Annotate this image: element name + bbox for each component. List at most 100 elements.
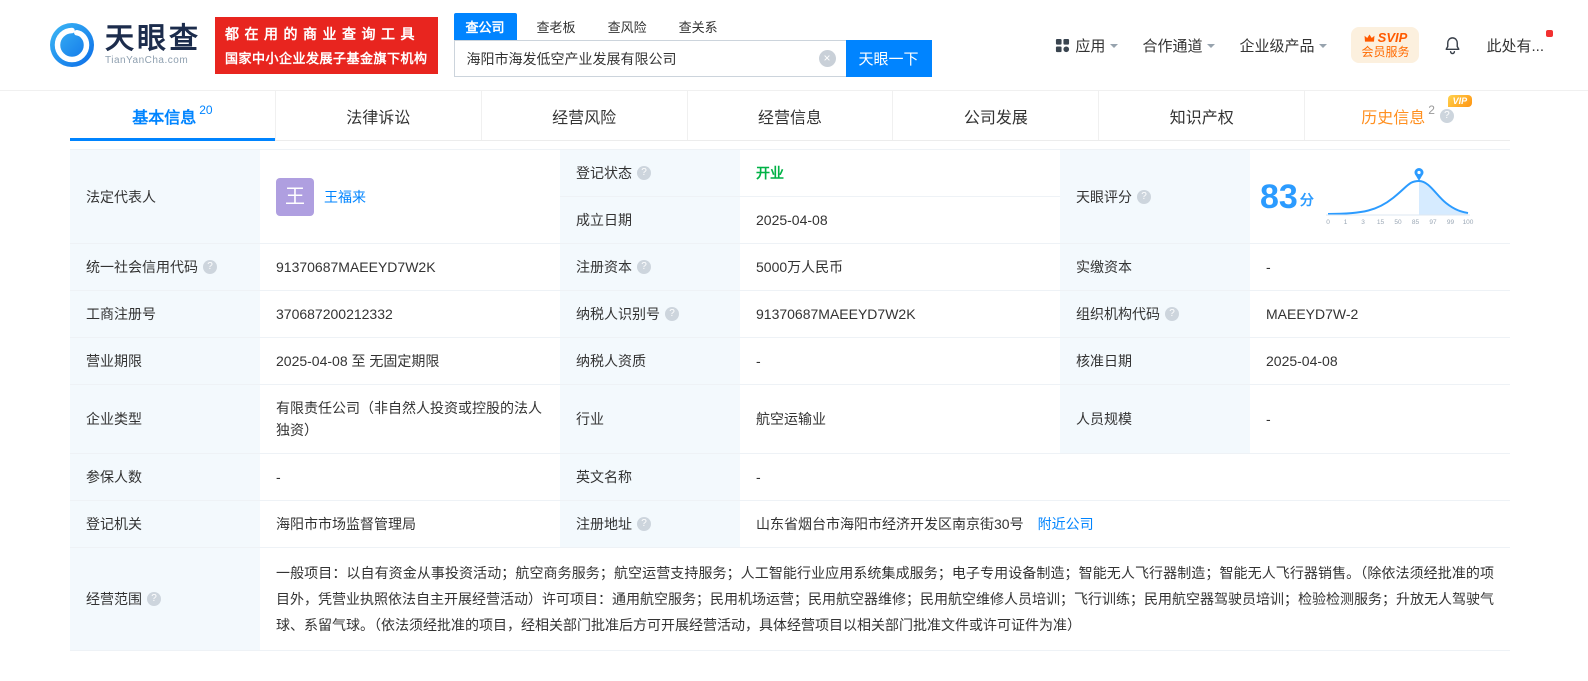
field-value-business-scope: 一般项目：以自有资金从事投资活动；航空商务服务；航空运营支持服务；人工智能行业应…: [260, 548, 1510, 651]
help-icon[interactable]: ?: [1165, 307, 1179, 321]
section-tabbar: 基本信息 20 法律诉讼 经营风险 经营信息 公司发展 知识产权 历史信息 2 …: [70, 91, 1510, 141]
field-value-reg-capital: 5000万人民币: [740, 244, 1060, 291]
field-value-established-date: 2025-04-08: [740, 197, 1060, 244]
field-value-tianyan-score: 83 分 0 1 3 15 50 85 97 99: [1250, 150, 1510, 244]
field-label-reg-status: 登记状态 ?: [560, 150, 740, 197]
svg-text:0: 0: [1326, 219, 1330, 226]
search-tab-boss[interactable]: 查老板: [525, 13, 588, 40]
notification-bell-icon[interactable]: [1443, 35, 1462, 55]
help-icon[interactable]: ?: [637, 166, 651, 180]
tab-count-badge: 20: [199, 103, 212, 117]
field-label-approval-date: 核准日期: [1060, 338, 1250, 385]
more-label: 此处有...: [1486, 38, 1544, 55]
search-category-tabs: 查公司 查老板 查风险 查关系: [454, 13, 932, 40]
field-value-reg-number: 370687200212332: [260, 291, 560, 338]
svip-top: SVIP: [1361, 31, 1409, 45]
search-input[interactable]: [454, 40, 846, 77]
legal-rep-link[interactable]: 王福来: [324, 186, 366, 208]
help-icon[interactable]: ?: [1137, 190, 1151, 204]
field-value-taxpayer-quality: -: [740, 338, 1060, 385]
svg-text:3: 3: [1361, 219, 1365, 226]
search-tab-risk[interactable]: 查风险: [596, 13, 659, 40]
tab-operating-info[interactable]: 经营信息: [687, 91, 893, 140]
field-value-reg-status: 开业: [740, 150, 1060, 197]
field-label-paid-capital: 实缴资本: [1060, 244, 1250, 291]
score-axis-ticks: 0 1 3 15 50 85 97 99 100: [1326, 219, 1474, 226]
search-tab-relation[interactable]: 查关系: [667, 13, 730, 40]
header-more-text[interactable]: 此处有...: [1486, 35, 1544, 56]
search-area: 查公司 查老板 查风险 查关系 × 天眼一下: [454, 13, 932, 77]
help-icon[interactable]: ?: [637, 260, 651, 274]
vip-badge: VIP: [1448, 95, 1473, 107]
empty-cell: [1250, 454, 1510, 501]
nav-enterprise-products[interactable]: 企业级产品: [1239, 35, 1327, 56]
field-label-established-date: 成立日期: [560, 197, 740, 244]
nav-apps[interactable]: 应用: [1055, 35, 1118, 56]
field-value-reg-address: 山东省烟台市海阳市经济开发区南京街30号 附近公司: [740, 501, 1510, 548]
search-tab-company[interactable]: 查公司: [454, 13, 517, 40]
search-box: ×: [454, 40, 846, 77]
tab-label: 知识产权: [1170, 104, 1234, 128]
svip-membership-button[interactable]: SVIP 会员服务: [1351, 27, 1419, 63]
legal-rep-avatar: 王: [276, 178, 314, 216]
field-label-reg-address: 注册地址 ?: [560, 501, 740, 548]
top-header: 天眼查 TianYanCha.com 都在用的商业查询工具 国家中小企业发展子基…: [0, 0, 1588, 91]
svg-text:97: 97: [1429, 219, 1437, 226]
page: { "colors": { "brand_blue": "#0084ff", "…: [0, 0, 1588, 681]
field-label-reg-capital: 注册资本 ?: [560, 244, 740, 291]
logo-name-en: TianYanCha.com: [105, 55, 201, 66]
field-value-english-name: -: [740, 454, 1060, 501]
tab-history-info[interactable]: 历史信息 2 ? VIP: [1304, 91, 1510, 140]
info-grid: 法定代表人 王 王福来 登记状态 ? 开业 天眼评分 ? 83 分: [70, 149, 1510, 651]
nearby-companies-link[interactable]: 附近公司: [1038, 513, 1094, 535]
field-value-credit-code: 91370687MAEEYD7W2K: [260, 244, 560, 291]
field-value-insured-count: -: [260, 454, 560, 501]
nav-cooperation[interactable]: 合作通道: [1142, 35, 1215, 56]
field-label-reg-number: 工商注册号: [70, 291, 260, 338]
field-value-legal-rep: 王 王福来: [260, 150, 560, 244]
nav-apps-label: 应用: [1075, 35, 1105, 56]
field-label-insured-count: 参保人数: [70, 454, 260, 501]
logo-swirl-icon: [48, 21, 96, 69]
header-right-nav: 应用 合作通道 企业级产品 SVIP 会员服务: [1055, 27, 1544, 63]
search-row: × 天眼一下: [454, 40, 932, 77]
help-icon[interactable]: ?: [147, 592, 161, 606]
tab-label: 经营信息: [758, 104, 822, 128]
svg-text:100: 100: [1462, 219, 1473, 226]
slogan-line1: 都在用的商业查询工具: [225, 24, 428, 44]
clear-search-icon[interactable]: ×: [819, 50, 836, 67]
field-label-taxpayer-quality: 纳税人资质: [560, 338, 740, 385]
tab-intellectual-property[interactable]: 知识产权: [1098, 91, 1304, 140]
chevron-down-icon: [1319, 44, 1327, 52]
field-label-credit-code: 统一社会信用代码 ?: [70, 244, 260, 291]
tab-operating-risk[interactable]: 经营风险: [481, 91, 687, 140]
tab-label: 法律诉讼: [346, 104, 410, 128]
svip-service-label: 会员服务: [1361, 45, 1409, 60]
svg-text:15: 15: [1377, 219, 1385, 226]
tianyancha-logo[interactable]: 天眼查 TianYanCha.com: [48, 21, 201, 69]
field-label-org-code: 组织机构代码 ?: [1060, 291, 1250, 338]
field-value-company-type: 有限责任公司（非自然人投资或控股的法人独资）: [260, 385, 560, 454]
tab-legal-proceedings[interactable]: 法律诉讼: [275, 91, 481, 140]
nav-enterprise-label: 企业级产品: [1239, 35, 1314, 56]
tab-company-development[interactable]: 公司发展: [892, 91, 1098, 140]
svg-text:85: 85: [1412, 219, 1420, 226]
status-badge: 开业: [756, 162, 784, 184]
field-label-taxpayer-id: 纳税人识别号 ?: [560, 291, 740, 338]
help-icon[interactable]: ?: [203, 260, 217, 274]
search-button[interactable]: 天眼一下: [846, 40, 932, 77]
help-icon[interactable]: ?: [637, 517, 651, 531]
help-icon[interactable]: ?: [1440, 109, 1454, 123]
svg-text:99: 99: [1447, 219, 1455, 226]
tab-count-badge: 2: [1428, 103, 1435, 117]
field-label-industry: 行业: [560, 385, 740, 454]
empty-cell: [1060, 454, 1250, 501]
score-number: 83 分: [1260, 180, 1314, 214]
svg-text:50: 50: [1394, 219, 1402, 226]
logo-name-cn: 天眼查: [105, 24, 201, 55]
field-label-legal-rep: 法定代表人: [70, 150, 260, 244]
svg-text:1: 1: [1344, 219, 1348, 226]
tab-basic-info[interactable]: 基本信息 20: [70, 91, 275, 140]
help-icon[interactable]: ?: [665, 307, 679, 321]
basic-info-table: 法定代表人 王 王福来 登记状态 ? 开业 天眼评分 ? 83 分: [70, 149, 1510, 651]
